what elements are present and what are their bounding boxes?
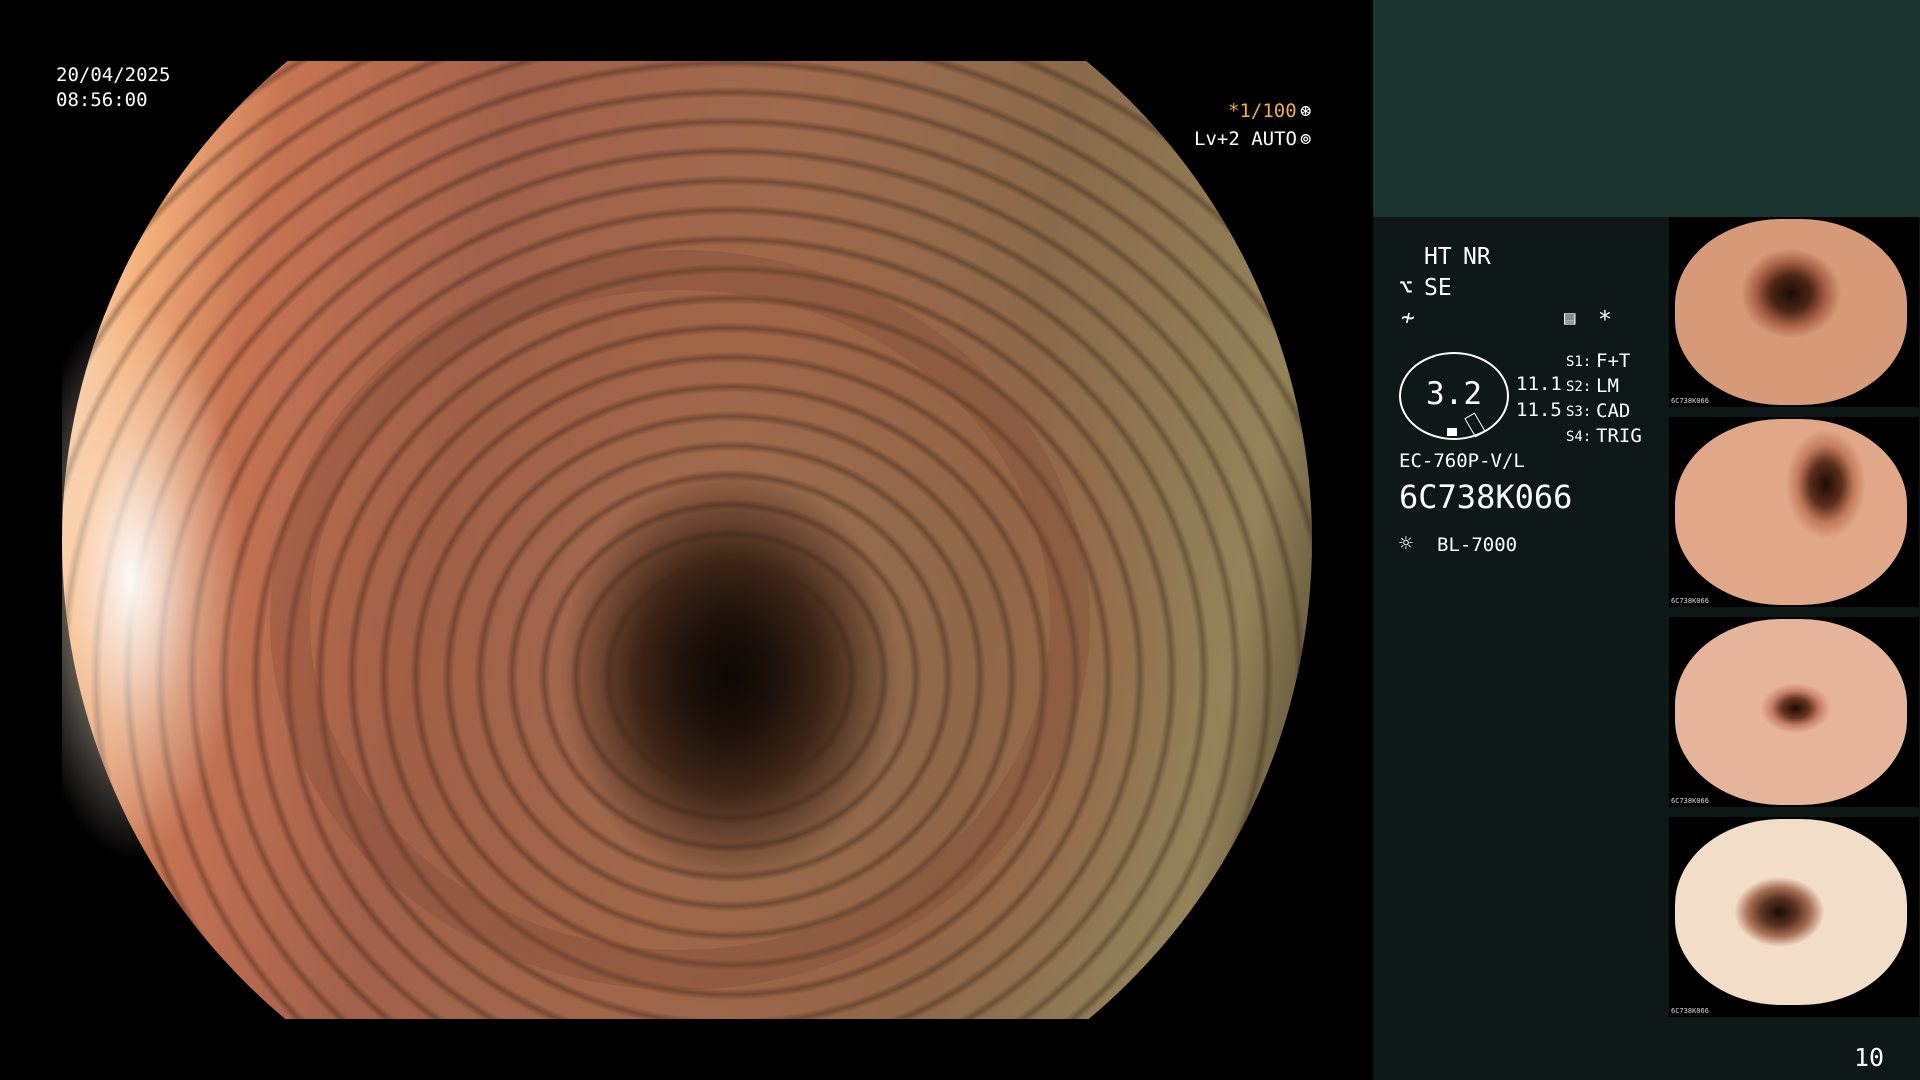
switch-value-1: F+T — [1596, 350, 1631, 372]
thumbnail-3[interactable]: 6C738K066 — [1669, 617, 1919, 807]
thumbnail-image — [1675, 219, 1907, 405]
scope-model: EC-760P-V/L — [1399, 450, 1525, 472]
thumbnail-image — [1675, 619, 1907, 805]
asterisk-mark: * — [1598, 307, 1612, 333]
aperture-icon: ⊛ — [1300, 100, 1312, 122]
shutter-label: *1/100 — [1228, 100, 1297, 122]
mucosal-fold — [270, 250, 1090, 990]
switch-key-3: S3: — [1566, 404, 1592, 420]
thumbnail-caption: 6C738K066 — [1671, 397, 1709, 405]
light-source-icon: ☼ — [1399, 531, 1413, 557]
scope-serial: 6C738K066 — [1399, 478, 1573, 516]
gauge: 3.2 — [1399, 352, 1509, 440]
thumbnail-2[interactable]: 6C738K066 — [1669, 417, 1919, 607]
mode-ht: HT — [1424, 244, 1452, 270]
mode-nr: NR — [1463, 244, 1491, 270]
gauge-marker — [1447, 428, 1457, 436]
iris-icon: ⊚ — [1300, 128, 1312, 150]
thumbnail-caption: 6C738K066 — [1671, 597, 1709, 605]
thumbnail-image — [1675, 419, 1907, 605]
date-label: 20/04/2025 — [56, 64, 171, 86]
image-count: 10 — [1854, 1043, 1885, 1072]
thumbnail-caption: 6C738K066 — [1671, 797, 1709, 805]
panel-header — [1373, 0, 1920, 217]
level-label: Lv+2 AUTO — [1194, 128, 1297, 150]
time-label: 08:56:00 — [56, 89, 148, 111]
mode-se: SE — [1424, 275, 1452, 301]
switch-value-4: TRIG — [1596, 425, 1642, 447]
frequency-icon: ≁ — [1401, 305, 1415, 331]
switch-key-2: S2: — [1566, 379, 1592, 395]
endoscope-view: 20/04/2025 08:56:00 *1/100 ⊛ Lv+2 AUTO ⊚ — [0, 0, 1372, 1080]
reading-2: 11.5 — [1516, 399, 1562, 421]
switch-value-3: CAD — [1596, 400, 1631, 422]
gauge-value: 3.2 — [1426, 376, 1482, 412]
thumbnail-1[interactable]: 6C738K066 — [1669, 217, 1919, 407]
thumbnail-image — [1675, 819, 1907, 1005]
reading-1: 11.1 — [1516, 373, 1562, 395]
switch-key-4: S4: — [1566, 429, 1592, 445]
image-stack-icon: ▤ — [1564, 307, 1576, 329]
switch-value-2: LM — [1596, 375, 1619, 397]
switch-key-1: S1: — [1566, 354, 1592, 370]
light-source-label: BL-7000 — [1437, 534, 1518, 556]
thumbnail-4[interactable]: 6C738K066 — [1669, 817, 1919, 1017]
thumbnail-caption: 6C738K066 — [1671, 1007, 1709, 1015]
structure-enhance-icon: ⌥ — [1399, 275, 1413, 301]
